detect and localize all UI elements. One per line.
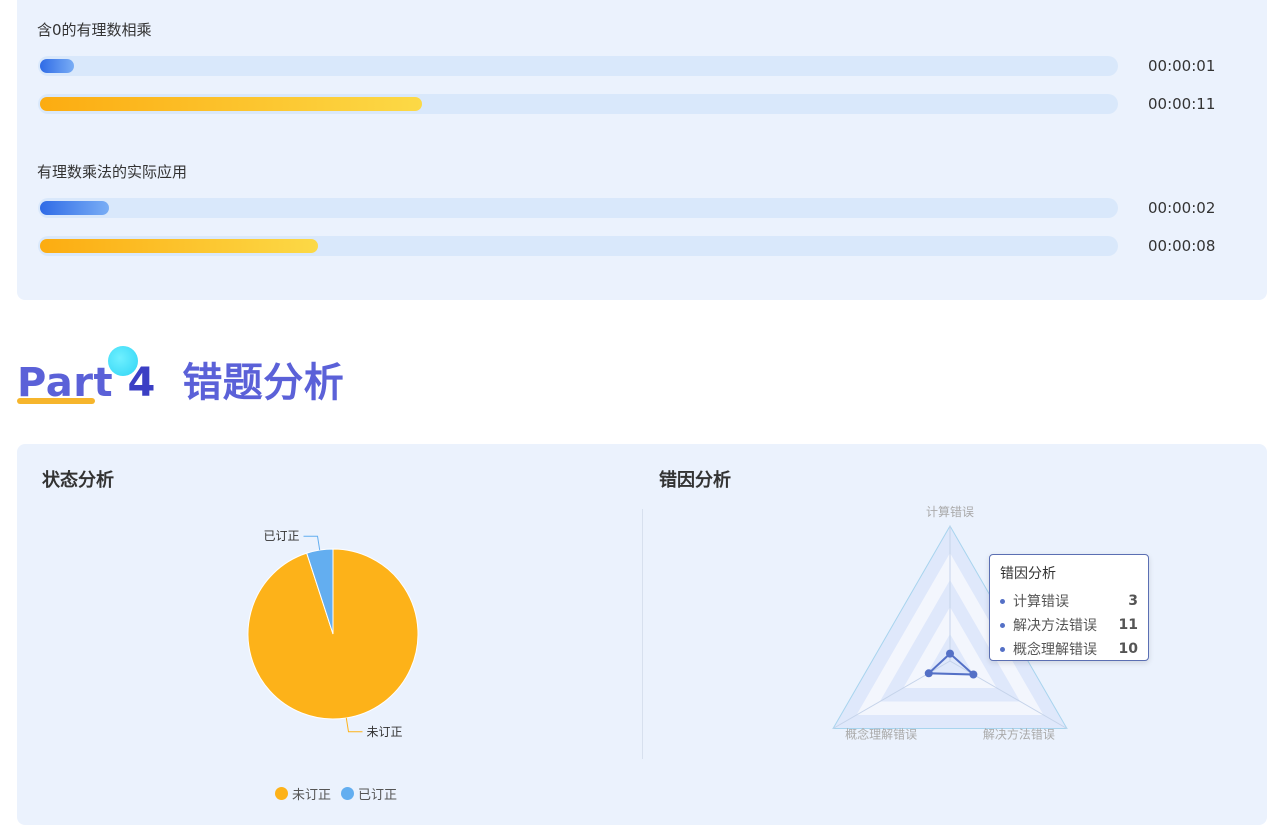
progress-fill	[40, 59, 75, 73]
legend-label: 已订正	[358, 788, 398, 803]
radar-point	[924, 669, 933, 678]
tooltip-row: 解决方法错误 11	[1000, 613, 1138, 637]
tooltip-name: 概念理解错误	[1013, 642, 1097, 658]
legend-swatch	[275, 787, 288, 800]
radar-indicator-label: 计算错误	[926, 504, 974, 519]
time-group-title: 含0的有理数相乘	[37, 21, 152, 39]
progress-fill	[40, 239, 318, 253]
legend-swatch	[341, 787, 355, 800]
radar-indicator-label: 解决方法错误	[983, 727, 1055, 742]
tooltip-name: 解决方法错误	[1013, 618, 1097, 634]
progress-track	[38, 94, 1118, 114]
part-title: 错题分析	[182, 360, 345, 406]
tooltip-row: 计算错误 3	[1000, 589, 1138, 613]
time-label: 00:00:02	[1148, 199, 1216, 217]
error-analysis-card: 状态分析 错因分析 未订正 已订正 未订正 已订正 计算错误 解决方法错误 概念理解错…	[17, 444, 1267, 825]
status-pie-chart: 未订正 已订正	[247, 529, 419, 739]
tooltip-title: 错因分析	[1000, 566, 1056, 582]
pie-legend: 未订正 已订正	[275, 784, 407, 803]
legend-item-corrected[interactable]: 已订正	[341, 784, 397, 803]
legend-label: 未订正	[292, 788, 332, 803]
part-heading: Part 4 错题分析	[17, 338, 344, 408]
tooltip-value: 3	[1128, 593, 1138, 609]
tooltip-value: 10	[1118, 641, 1138, 657]
time-label: 00:00:08	[1148, 237, 1216, 255]
tooltip-name: 计算错误	[1013, 594, 1069, 610]
time-label: 00:00:11	[1148, 95, 1216, 113]
time-label: 00:00:01	[1148, 57, 1216, 75]
part-underline	[17, 398, 95, 404]
pie-leader-line	[303, 535, 321, 551]
progress-fill	[40, 97, 422, 111]
part-number: 4	[127, 360, 156, 406]
progress-track	[38, 56, 1118, 76]
tooltip-dot	[1000, 598, 1005, 604]
tooltip-value: 11	[1118, 617, 1138, 633]
pie-label: 已订正	[263, 529, 299, 543]
radar-tooltip: 错因分析 计算错误 3 解决方法错误 11 概念理解错误 10	[989, 554, 1149, 661]
progress-fill	[40, 201, 109, 215]
progress-track	[38, 198, 1118, 218]
time-group-title: 有理数乘法的实际应用	[37, 163, 188, 181]
radar-point	[946, 649, 954, 658]
tooltip-dot	[1000, 646, 1005, 652]
pie-label: 未订正	[366, 725, 402, 739]
progress-track	[38, 236, 1118, 256]
legend-item-uncorrected[interactable]: 未订正	[275, 784, 331, 803]
radar-indicator-label: 概念理解错误	[845, 727, 917, 742]
radar-point	[969, 670, 978, 679]
cause-radar-chart: 计算错误解决方法错误 概念理解错误	[832, 504, 1068, 742]
tooltip-dot	[1000, 622, 1005, 628]
tooltip-row: 概念理解错误 10	[1000, 637, 1138, 661]
pie-leader-line	[345, 717, 363, 733]
